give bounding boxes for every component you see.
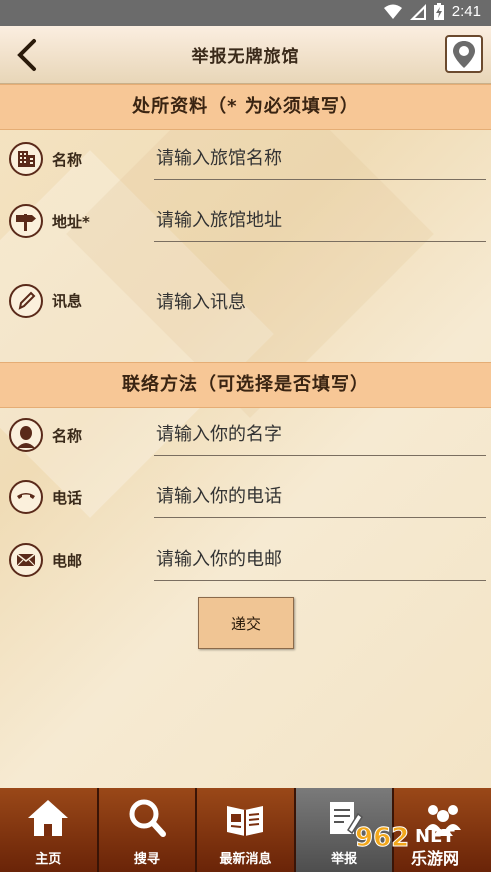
status-time: 2:41 [451, 3, 481, 20]
section-header-premises: 处所资料（* 为必须填写） [0, 84, 491, 130]
premises-address-row: 地址* [0, 198, 491, 248]
contact-email-row: 电邮 [0, 537, 491, 587]
premises-info-label: 讯息 [52, 292, 83, 310]
phone-icon [9, 480, 43, 514]
premises-info-row: 讯息 [0, 280, 491, 370]
tab-news[interactable]: 最新消息 [197, 788, 296, 872]
premises-name-input[interactable] [154, 138, 486, 180]
contact-phone-label: 电话 [52, 489, 83, 507]
contact-name-label: 名称 [52, 427, 83, 445]
contact-name-input[interactable] [154, 414, 486, 456]
page-title: 举报无牌旅馆 [191, 47, 300, 67]
signal-icon [409, 3, 426, 20]
wifi-icon [383, 4, 402, 19]
location-button[interactable] [445, 35, 483, 73]
section-header-contact: 联络方法（可选择是否填写） [0, 362, 491, 408]
premises-name-label: 名称 [52, 151, 83, 169]
premises-name-row: 名称 [0, 136, 491, 186]
premises-address-label: 地址* [52, 213, 90, 231]
tab-news-label: 最新消息 [219, 852, 272, 867]
premises-info-input[interactable] [154, 280, 486, 366]
premises-address-input[interactable] [154, 200, 486, 242]
battery-icon [433, 3, 444, 20]
submit-button[interactable]: 递交 [198, 597, 294, 649]
status-bar: 2:41 [0, 0, 491, 26]
contact-email-input[interactable] [154, 539, 486, 581]
tab-search-label: 搜寻 [133, 852, 160, 867]
tab-search[interactable]: 搜寻 [98, 788, 198, 872]
contact-name-row: 名称 [0, 412, 491, 462]
watermark-962: 962 [355, 823, 409, 853]
watermark-net: NET [415, 826, 455, 847]
envelope-icon [9, 543, 43, 577]
contact-phone-input[interactable] [154, 476, 486, 518]
person-icon [9, 418, 43, 452]
watermark-cn: 乐游网 [411, 849, 459, 868]
report-form: 处所资料（* 为必须填写） 名称 地址* 讯息 联络方法（可选择是否填写） 名称 [0, 84, 491, 788]
status-icons: 2:41 [383, 3, 481, 20]
search-icon [129, 799, 166, 837]
contact-phone-row: 电话 [0, 474, 491, 524]
tab-home-label: 主页 [35, 852, 62, 867]
title-bar: 举报无牌旅馆 [0, 26, 491, 84]
watermark-logo: 962 NET 乐游网 [355, 823, 460, 869]
news-icon [227, 806, 264, 836]
tab-home[interactable]: 主页 [0, 788, 99, 872]
home-icon [28, 800, 69, 836]
pencil-icon [9, 284, 43, 318]
building-icon [9, 142, 43, 176]
contact-email-label: 电邮 [52, 552, 83, 570]
signpost-icon [9, 204, 43, 238]
location-pin-icon [453, 41, 475, 68]
